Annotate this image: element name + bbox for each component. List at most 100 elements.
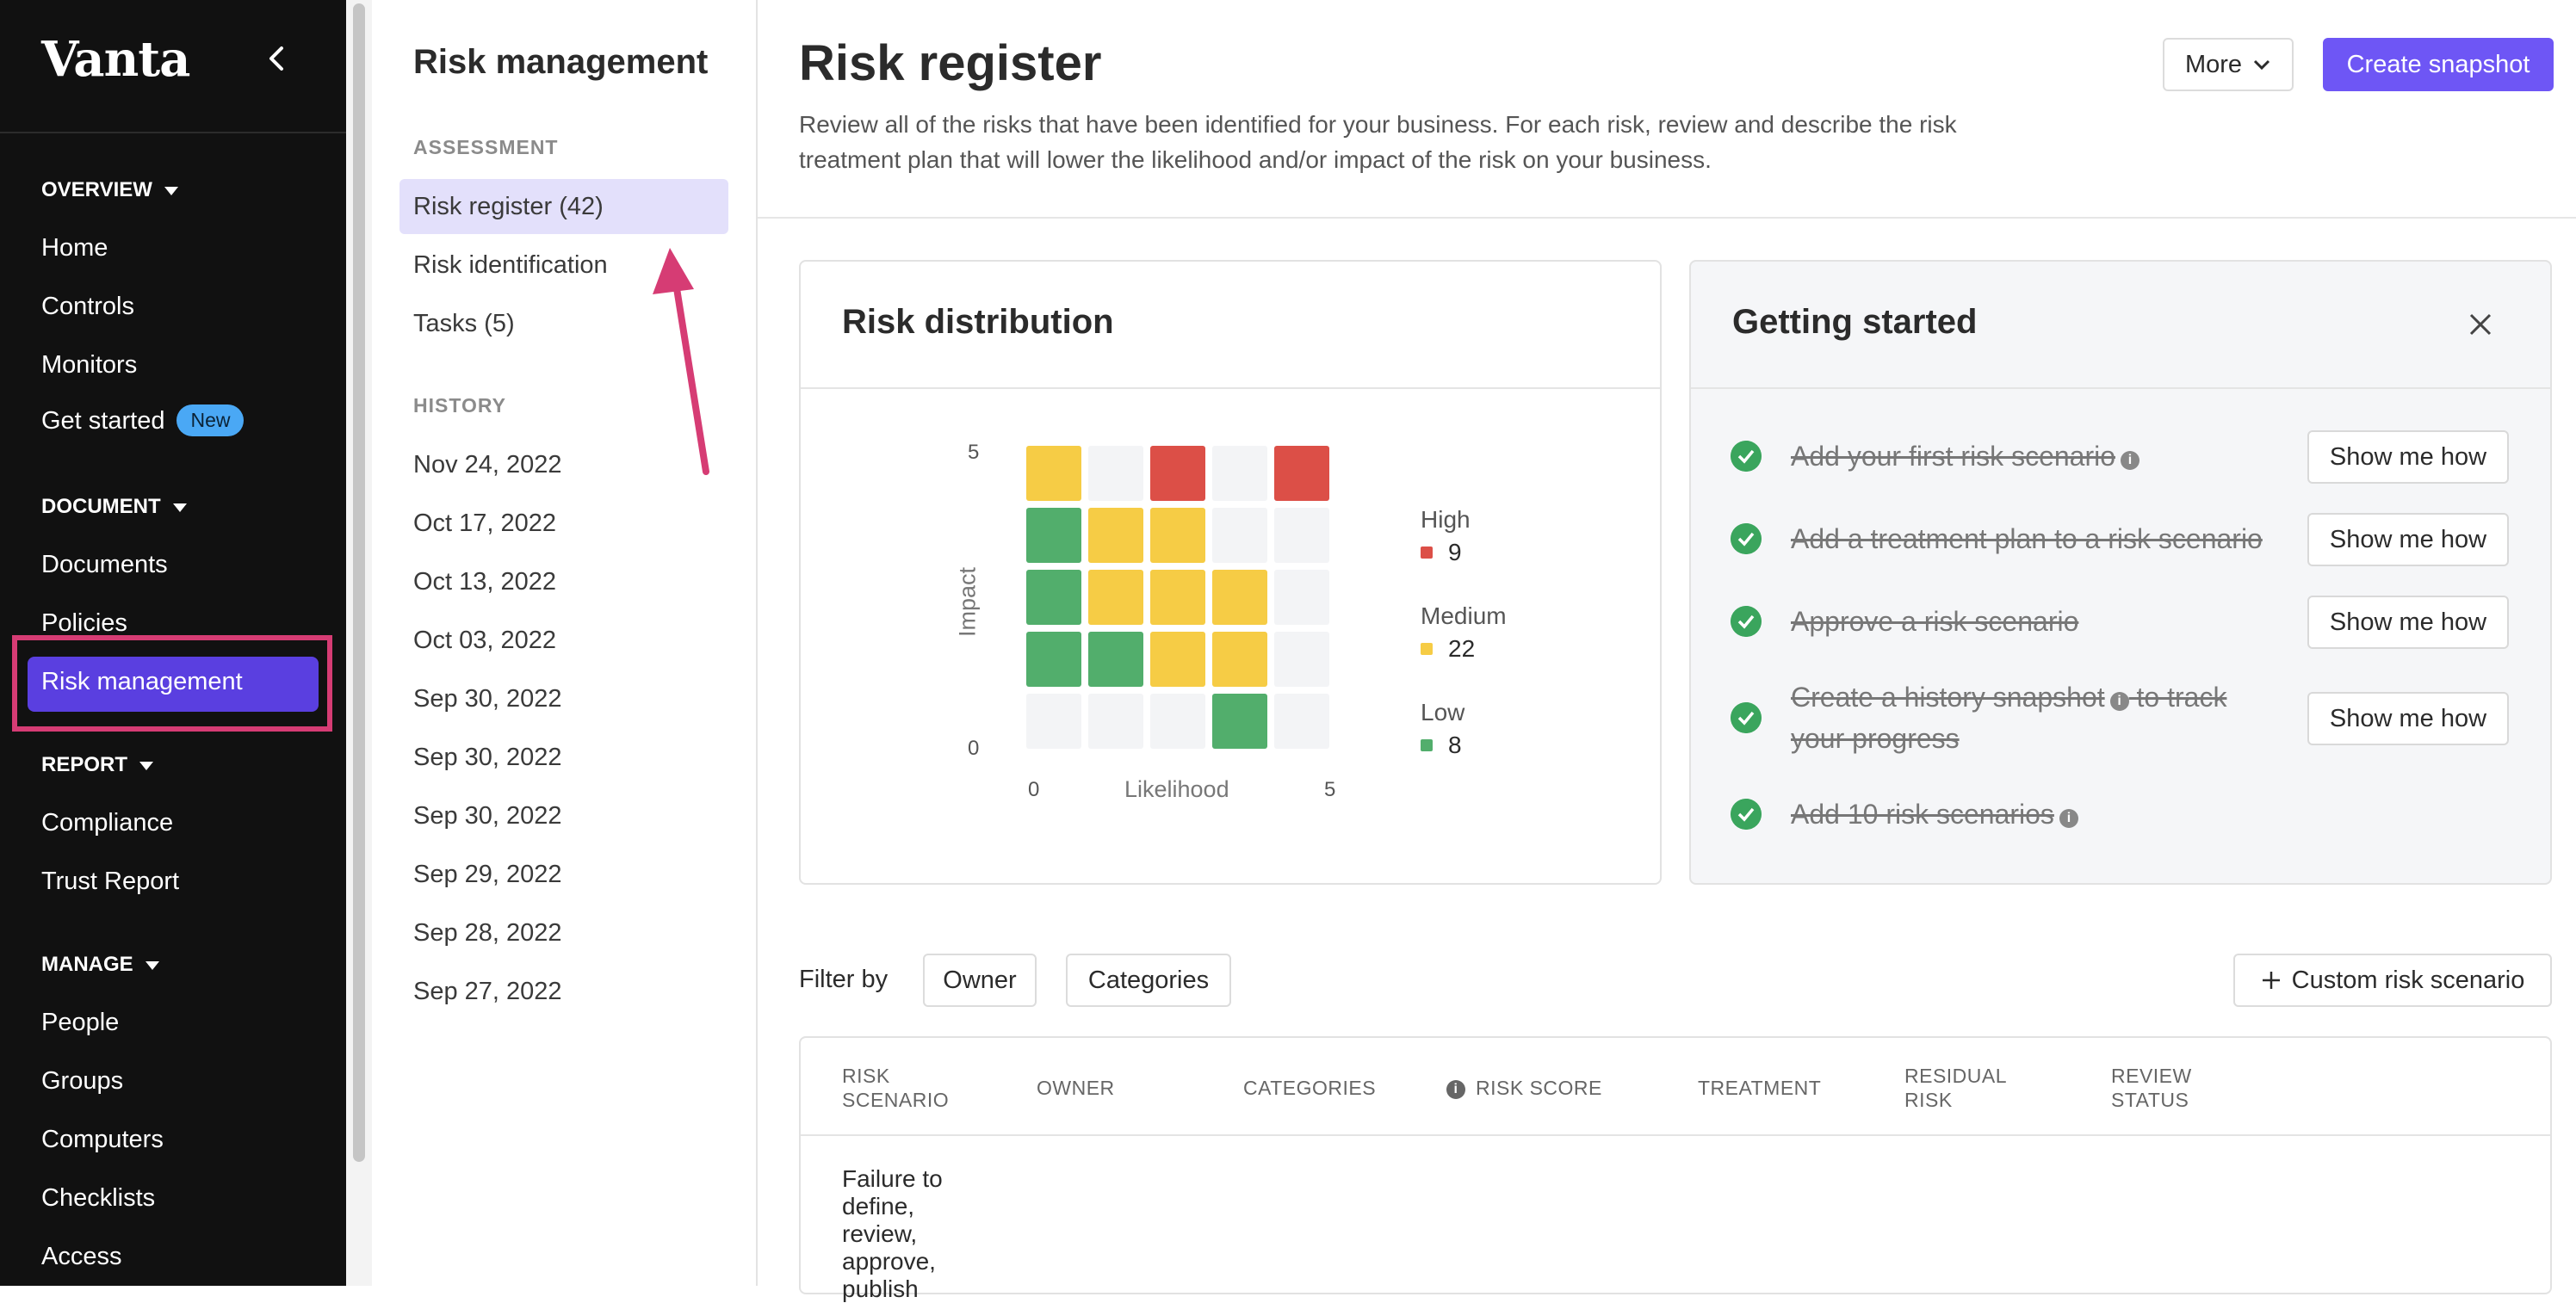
step-create-snapshot: Create a history snapshot i to track your … — [1791, 682, 2227, 754]
page-description: Review all of the risks that have been i… — [799, 111, 1957, 173]
nav-item-policies[interactable]: Policies — [41, 609, 127, 638]
nav-item-get-started[interactable]: Get started New — [41, 404, 245, 436]
check-circle-icon — [1731, 702, 1762, 733]
history-item[interactable]: Oct 13, 2022 — [413, 568, 556, 596]
history-item[interactable]: Sep 30, 2022 — [413, 744, 562, 772]
subnav-title: Risk management — [413, 43, 709, 81]
plus-icon — [2262, 972, 2280, 989]
check-circle-icon — [1731, 523, 1762, 554]
x-axis-min: 0 — [1028, 778, 1040, 801]
heatmap-cell-medium[interactable] — [1026, 446, 1081, 501]
info-icon[interactable]: i — [2121, 451, 2140, 470]
nav-item-people[interactable]: People — [41, 1009, 119, 1037]
heatmap-cell-low[interactable] — [1212, 694, 1267, 749]
column-header-categories[interactable]: CATEGORIES — [1243, 1076, 1376, 1100]
heatmap-cell-medium[interactable] — [1212, 570, 1267, 625]
table-header-divider — [801, 1134, 2550, 1136]
nav-item-home[interactable]: Home — [41, 234, 108, 262]
step-add-first-risk: Add your first risk scenario i — [1791, 435, 2140, 477]
history-item[interactable]: Sep 30, 2022 — [413, 802, 562, 831]
nav-scrollbar-thumb[interactable] — [353, 3, 365, 1162]
risk-distribution-card: Risk distribution 5 0 Impact 0 Likelihoo… — [799, 260, 1662, 885]
history-item[interactable]: Oct 17, 2022 — [413, 509, 556, 538]
assessment-heading: ASSESSMENT — [413, 136, 559, 158]
heatmap-cell-empty — [1150, 694, 1205, 749]
close-icon[interactable] — [2466, 310, 2495, 339]
show-me-how-button[interactable]: Show me how — [2307, 692, 2509, 745]
heatmap-cell-medium[interactable] — [1150, 508, 1205, 563]
show-me-how-button[interactable]: Show me how — [2307, 513, 2509, 566]
heatmap-cell-low[interactable] — [1088, 632, 1143, 687]
heatmap-cell-medium[interactable] — [1212, 632, 1267, 687]
heatmap-cell-low[interactable] — [1026, 632, 1081, 687]
risk-scenario-cell[interactable]: Failure to define, review, approve, publ… — [842, 1165, 980, 1303]
heatmap-cell-low[interactable] — [1026, 570, 1081, 625]
heatmap-cell-empty — [1274, 508, 1329, 563]
new-badge: New — [176, 404, 245, 436]
legend-high-value: 9 — [1421, 539, 1462, 566]
subnav-risk-register[interactable]: Risk register (42) — [413, 193, 604, 221]
heatmap-cell-medium[interactable] — [1088, 508, 1143, 563]
column-header-residual-risk[interactable]: RESIDUAL RISK — [1904, 1064, 2016, 1112]
nav-item-documents[interactable]: Documents — [41, 551, 168, 579]
nav-section-manage[interactable]: MANAGE — [41, 953, 159, 977]
nav-item-compliance[interactable]: Compliance — [41, 809, 173, 837]
nav-item-trust-report[interactable]: Trust Report — [41, 868, 179, 896]
nav-item-controls[interactable]: Controls — [41, 293, 134, 321]
categories-filter-button[interactable]: Categories — [1066, 954, 1231, 1007]
check-circle-icon — [1731, 441, 1762, 472]
heatmap-cell-medium[interactable] — [1150, 570, 1205, 625]
show-me-how-button[interactable]: Show me how — [2307, 596, 2509, 649]
show-me-how-button[interactable]: Show me how — [2307, 430, 2509, 484]
heatmap-cell-low[interactable] — [1026, 508, 1081, 563]
history-item[interactable]: Sep 28, 2022 — [413, 919, 562, 948]
filter-by-label: Filter by — [799, 966, 889, 993]
heatmap-cell-high[interactable] — [1150, 446, 1205, 501]
nav-item-access[interactable]: Access — [41, 1243, 121, 1271]
nav-section-report[interactable]: REPORT — [41, 753, 154, 777]
owner-filter-button[interactable]: Owner — [923, 954, 1037, 1007]
caret-down-icon — [145, 960, 159, 970]
custom-risk-scenario-button[interactable]: Custom risk scenario — [2233, 954, 2552, 1007]
create-snapshot-button[interactable]: Create snapshot — [2323, 38, 2554, 91]
history-item[interactable]: Sep 29, 2022 — [413, 861, 562, 889]
column-header-review-status[interactable]: REVIEW STATUS — [2111, 1064, 2214, 1112]
history-item[interactable]: Oct 03, 2022 — [413, 627, 556, 655]
collapse-nav-icon[interactable] — [263, 43, 294, 74]
nav-item-computers[interactable]: Computers — [41, 1126, 164, 1154]
history-item[interactable]: Nov 24, 2022 — [413, 451, 562, 479]
column-header-risk-scenario[interactable]: RISK SCENARIO — [842, 1064, 963, 1112]
subnav-tasks[interactable]: Tasks (5) — [413, 310, 515, 338]
more-button[interactable]: More — [2163, 38, 2294, 91]
check-circle-icon — [1731, 799, 1762, 830]
nav-item-monitors[interactable]: Monitors — [41, 351, 137, 380]
left-nav: Vanta OVERVIEW Home Controls Monitors Ge… — [0, 0, 346, 1286]
info-icon[interactable]: i — [1446, 1080, 1465, 1099]
column-header-treatment[interactable]: TREATMENT — [1698, 1076, 1821, 1100]
heatmap-cell-medium[interactable] — [1088, 570, 1143, 625]
step-approve-risk: Approve a risk scenario — [1791, 606, 2079, 637]
heatmap-cell-high[interactable] — [1274, 446, 1329, 501]
heatmap-cell-empty — [1088, 446, 1143, 501]
info-icon[interactable]: i — [2059, 809, 2078, 828]
custom-risk-scenario-label: Custom risk scenario — [2291, 966, 2525, 994]
low-dot-icon — [1421, 739, 1433, 751]
info-icon[interactable]: i — [2109, 692, 2129, 711]
vanta-logo[interactable]: Vanta — [41, 31, 190, 88]
step-add-treatment-plan: Add a treatment plan to a risk scenario — [1791, 523, 2263, 554]
nav-item-groups[interactable]: Groups — [41, 1067, 123, 1096]
column-header-owner[interactable]: OWNER — [1037, 1076, 1115, 1100]
nav-section-document[interactable]: DOCUMENT — [41, 495, 187, 519]
nav-section-overview[interactable]: OVERVIEW — [41, 178, 178, 202]
history-item[interactable]: Sep 30, 2022 — [413, 685, 562, 713]
medium-dot-icon — [1421, 643, 1433, 655]
getting-started-card: Getting started Add your first risk scen… — [1689, 260, 2552, 885]
subnav-risk-identification[interactable]: Risk identification — [413, 251, 608, 280]
heatmap-cell-empty — [1026, 694, 1081, 749]
y-axis-min: 0 — [968, 737, 980, 760]
heatmap-cell-medium[interactable] — [1150, 632, 1205, 687]
high-dot-icon — [1421, 547, 1433, 559]
column-header-risk-score[interactable]: i RISK SCORE — [1446, 1076, 1602, 1100]
history-item[interactable]: Sep 27, 2022 — [413, 978, 562, 1006]
nav-item-checklists[interactable]: Checklists — [41, 1184, 155, 1213]
